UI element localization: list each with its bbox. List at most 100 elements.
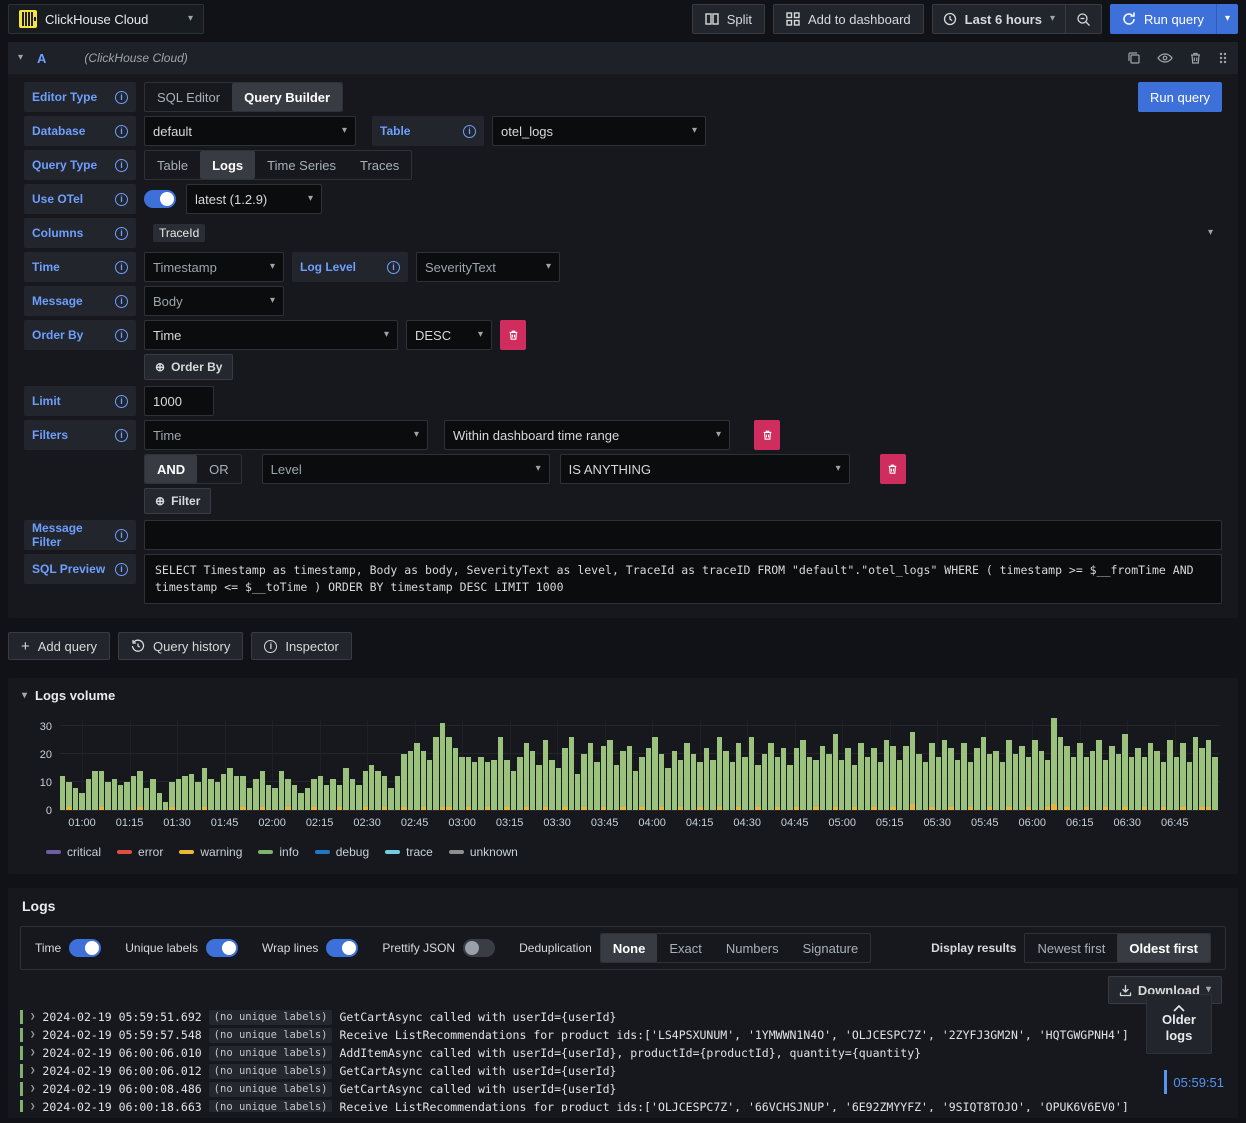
add-query-button[interactable]: + Add query <box>8 632 111 660</box>
legend-item-debug[interactable]: debug <box>314 845 369 859</box>
query-type-option-logs[interactable]: Logs <box>200 151 256 179</box>
drag-handle-icon[interactable] <box>1218 51 1228 65</box>
columns-value-chip[interactable]: TraceId <box>153 224 206 242</box>
zoom-out-button[interactable] <box>1064 5 1101 33</box>
info-icon[interactable]: i <box>115 394 128 408</box>
info-icon[interactable]: i <box>115 226 128 240</box>
info-icon[interactable]: i <box>463 124 476 138</box>
legend-item-trace[interactable]: trace <box>385 845 433 859</box>
collapse-query-icon[interactable]: ▾ <box>18 53 23 63</box>
info-icon[interactable]: i <box>115 328 128 342</box>
query-history-button[interactable]: Query history <box>118 632 244 660</box>
info-icon[interactable]: i <box>115 528 128 542</box>
log-row[interactable]: ❯ 2024-02-19 06:00:08.486 (no unique label… <box>20 1080 1226 1098</box>
dedup-option-numbers[interactable]: Numbers <box>714 934 791 962</box>
info-icon[interactable]: i <box>115 294 128 308</box>
dedup-option-none[interactable]: None <box>600 934 658 962</box>
add-order-by-button[interactable]: ⊕ Order By <box>144 354 234 380</box>
time-range-picker[interactable]: Last 6 hours ▾ <box>933 5 1065 33</box>
limit-input[interactable] <box>144 386 214 416</box>
expand-log-icon[interactable]: ❯ <box>30 1084 35 1094</box>
remove-query-trash-icon[interactable] <box>1189 51 1202 65</box>
filter-condition-field-select[interactable]: Level ▾ <box>261 454 550 484</box>
legend-item-error[interactable]: error <box>117 845 163 859</box>
filter-field-select[interactable]: Time ▾ <box>144 420 428 450</box>
info-icon[interactable]: i <box>115 192 128 206</box>
columns-multiselect[interactable]: TraceId ▾ <box>144 218 1222 248</box>
order-by-direction-select[interactable]: DESC ▾ <box>406 320 492 350</box>
query-type-option-timeseries[interactable]: Time Series <box>255 151 348 179</box>
conjunction-and[interactable]: AND <box>145 455 198 483</box>
run-query-inline-button[interactable]: Run query <box>1138 82 1222 112</box>
info-icon[interactable]: i <box>115 260 128 274</box>
info-icon[interactable]: i <box>115 124 128 138</box>
volume-bar <box>291 784 298 810</box>
prettify-json-toggle[interactable] <box>463 939 496 957</box>
history-icon <box>131 639 145 653</box>
run-query-button[interactable]: Run query <box>1110 4 1216 34</box>
expand-log-icon[interactable]: ❯ <box>30 1048 35 1058</box>
add-to-dashboard-button[interactable]: Add to dashboard <box>773 4 924 34</box>
run-query-options-button[interactable]: ▾ <box>1215 4 1238 34</box>
table-select[interactable]: otel_logs ▾ <box>492 116 706 146</box>
logs-volume-plot[interactable]: 0 10 20 30 <box>40 717 1220 817</box>
expand-log-icon[interactable]: ❯ <box>30 1030 35 1040</box>
remove-filter-button[interactable] <box>754 420 780 450</box>
info-icon[interactable]: i <box>115 428 128 442</box>
expand-log-icon[interactable]: ❯ <box>30 1066 35 1076</box>
legend-item-unknown[interactable]: unknown <box>448 845 518 859</box>
duplicate-query-icon[interactable] <box>1127 51 1141 65</box>
log-row[interactable]: ❯ 2024-02-19 06:00:06.012 (no unique label… <box>20 1062 1226 1080</box>
older-logs-button[interactable]: Older logs <box>1146 994 1212 1054</box>
wrap-lines-toggle[interactable] <box>326 939 359 957</box>
database-select[interactable]: default ▾ <box>144 116 356 146</box>
display-option-newest[interactable]: Newest first <box>1025 934 1117 962</box>
logs-volume-header[interactable]: ▾ Logs volume <box>16 688 1230 703</box>
add-filter-button[interactable]: ⊕ Filter <box>144 488 212 514</box>
remove-order-by-button[interactable] <box>500 320 526 350</box>
info-icon[interactable]: i <box>387 260 400 274</box>
legend-item-warning[interactable]: warning <box>179 845 242 859</box>
editor-type-option-builder[interactable]: Query Builder <box>232 83 343 111</box>
filter-operator-select[interactable]: Within dashboard time range ▾ <box>444 420 730 450</box>
volume-bar <box>980 737 986 810</box>
info-icon[interactable]: i <box>115 562 128 576</box>
split-button[interactable]: Split <box>691 4 766 34</box>
log-level-select[interactable]: SeverityText ▾ <box>416 252 560 282</box>
time-column-select[interactable]: Timestamp ▾ <box>144 252 284 282</box>
query-type-option-traces[interactable]: Traces <box>348 151 411 179</box>
display-option-oldest[interactable]: Oldest first <box>1117 934 1210 962</box>
log-row[interactable]: ❯ 2024-02-19 06:00:06.010 (no unique label… <box>20 1044 1226 1062</box>
dedup-option-signature[interactable]: Signature <box>791 934 871 962</box>
legend-item-info[interactable]: info <box>258 845 299 859</box>
info-icon[interactable]: i <box>115 158 128 172</box>
hide-response-eye-icon[interactable] <box>1157 51 1173 65</box>
conjunction-or[interactable]: OR <box>197 455 241 483</box>
use-otel-toggle[interactable] <box>144 190 176 208</box>
query-type-option-table[interactable]: Table <box>145 151 200 179</box>
query-row-header[interactable]: ▾ A (ClickHouse Cloud) <box>8 42 1238 74</box>
volume-bar <box>1025 756 1032 810</box>
legend-item-critical[interactable]: critical <box>46 845 101 859</box>
otel-version-select[interactable]: latest (1.2.9) ▾ <box>186 184 322 214</box>
message-filter-input[interactable] <box>144 520 1222 550</box>
expand-log-icon[interactable]: ❯ <box>30 1012 35 1022</box>
remove-condition-button[interactable] <box>879 454 906 484</box>
unique-labels-toggle[interactable] <box>205 939 238 957</box>
info-icon[interactable]: i <box>115 90 128 104</box>
filter-condition-operator-select[interactable]: IS ANYTHING ▾ <box>559 454 850 484</box>
log-row[interactable]: ❯ 2024-02-19 05:59:51.692 (no unique label… <box>20 1008 1226 1026</box>
collapse-panel-icon[interactable]: ▾ <box>22 690 27 701</box>
expand-log-icon[interactable]: ❯ <box>30 1102 35 1112</box>
time-toggle[interactable] <box>69 939 102 957</box>
volume-bar <box>806 756 813 810</box>
log-row[interactable]: ❯ 2024-02-19 06:00:18.663 (no unique label… <box>20 1098 1226 1112</box>
datasource-picker[interactable]: ClickHouse Cloud ▾ <box>8 4 204 34</box>
log-row[interactable]: ❯ 2024-02-19 05:59:57.548 (no unique label… <box>20 1026 1226 1044</box>
chevron-down-icon: ▾ <box>269 295 275 306</box>
dedup-option-exact[interactable]: Exact <box>657 934 714 962</box>
inspector-button[interactable]: i Inspector <box>251 632 352 660</box>
order-by-field-select[interactable]: Time ▾ <box>144 320 398 350</box>
editor-type-option-sql[interactable]: SQL Editor <box>145 83 232 111</box>
message-column-select[interactable]: Body ▾ <box>144 286 284 316</box>
